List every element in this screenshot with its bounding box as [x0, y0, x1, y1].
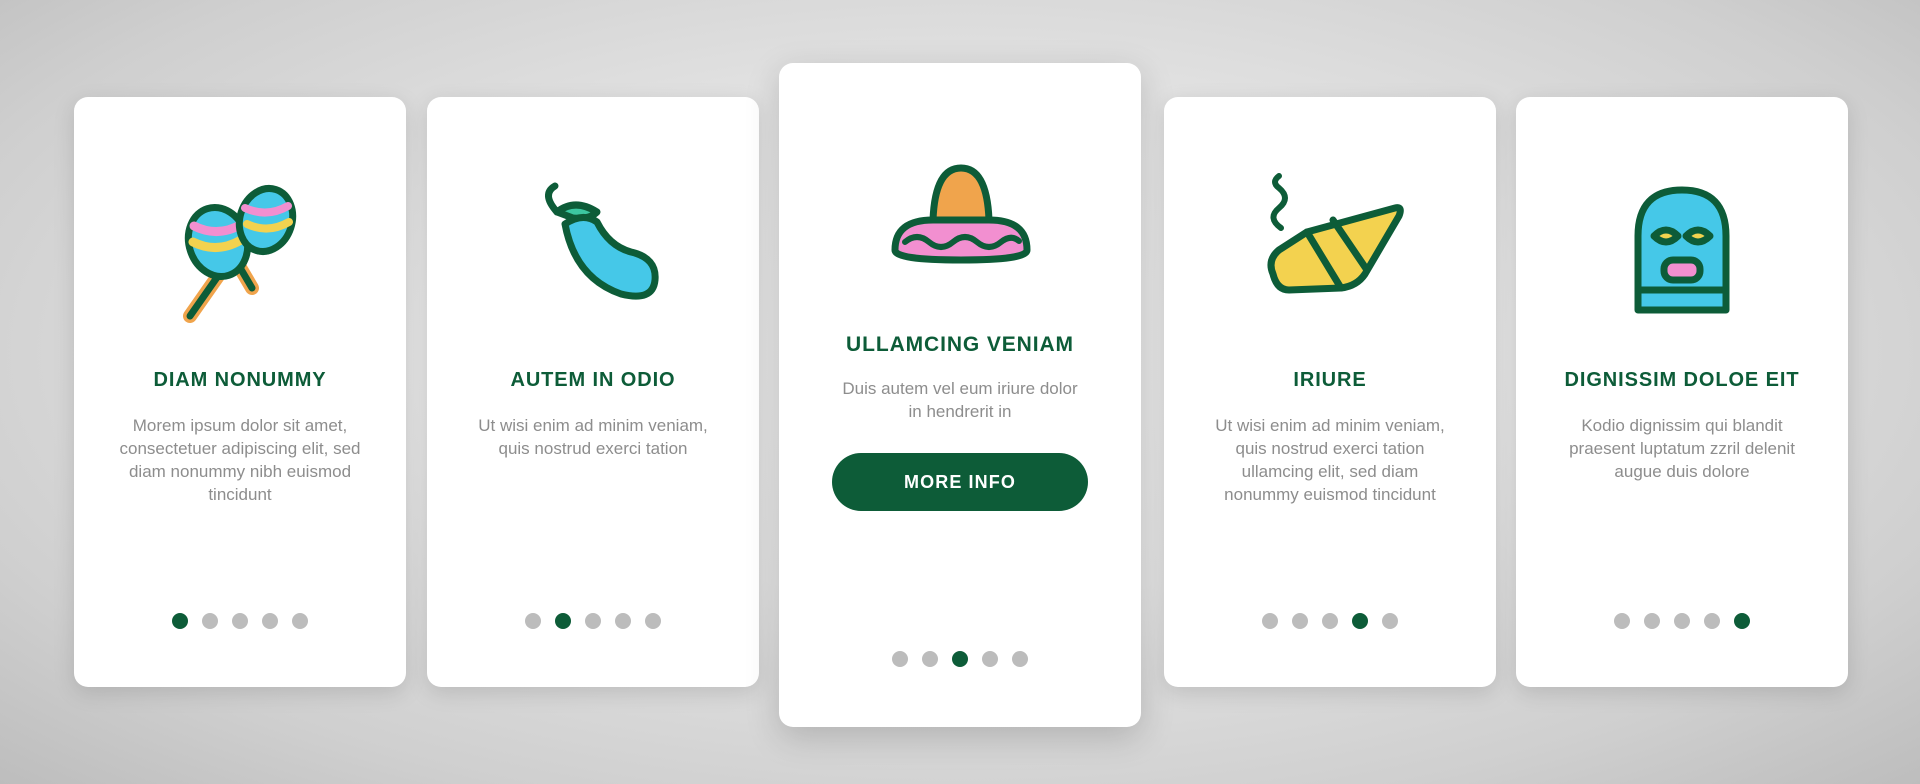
dot-5[interactable]	[645, 613, 661, 629]
dot-1[interactable]	[892, 651, 908, 667]
maracas-icon	[74, 159, 406, 337]
dot-3[interactable]	[952, 651, 968, 667]
more-info-button[interactable]: MORE INFO	[832, 453, 1088, 511]
dot-4[interactable]	[1704, 613, 1720, 629]
pagination-dots[interactable]	[427, 613, 759, 629]
dot-3[interactable]	[1674, 613, 1690, 629]
card-description: Morem ipsum dolor sit amet, consectetuer…	[119, 416, 361, 504]
dot-5[interactable]	[292, 613, 308, 629]
card-description: Kodio dignissim qui blandit praesent lup…	[1569, 416, 1795, 481]
dot-4[interactable]	[982, 651, 998, 667]
dot-1[interactable]	[172, 613, 188, 629]
dot-2[interactable]	[922, 651, 938, 667]
onboarding-card-2[interactable]: AUTEM IN ODIO Ut wisi enim ad minim veni…	[427, 97, 759, 687]
dot-3[interactable]	[585, 613, 601, 629]
dot-3[interactable]	[232, 613, 248, 629]
dot-1[interactable]	[1262, 613, 1278, 629]
dot-4[interactable]	[615, 613, 631, 629]
dot-1[interactable]	[525, 613, 541, 629]
onboarding-card-5[interactable]: DIGNISSIM DOLOE EIT Kodio dignissim qui …	[1516, 97, 1848, 687]
card-title: AUTEM IN ODIO	[510, 369, 676, 391]
sombrero-hat-icon	[779, 133, 1141, 311]
pagination-dots[interactable]	[779, 651, 1141, 667]
card-title: ULLAMCING VENIAM	[846, 333, 1074, 356]
onboarding-card-1[interactable]: DIAM NONUMMY Morem ipsum dolor sit amet,…	[74, 97, 406, 687]
card-description: Ut wisi enim ad minim veniam, quis nostr…	[478, 416, 708, 458]
dot-5[interactable]	[1012, 651, 1028, 667]
dot-3[interactable]	[1322, 613, 1338, 629]
pagination-dots[interactable]	[1516, 613, 1848, 629]
dot-2[interactable]	[1292, 613, 1308, 629]
card-description: Duis autem vel eum iriure dolor in hendr…	[842, 379, 1078, 421]
dot-2[interactable]	[202, 613, 218, 629]
onboarding-card-4[interactable]: IRIURE Ut wisi enim ad minim veniam, qui…	[1164, 97, 1496, 687]
dot-2[interactable]	[555, 613, 571, 629]
onboarding-screens-stage: DIAM NONUMMY Morem ipsum dolor sit amet,…	[0, 0, 1920, 784]
chili-pepper-icon	[427, 159, 759, 337]
dot-1[interactable]	[1614, 613, 1630, 629]
dot-4[interactable]	[262, 613, 278, 629]
luchador-mask-icon	[1516, 159, 1848, 337]
onboarding-card-3-featured[interactable]: ULLAMCING VENIAM Duis autem vel eum iriu…	[779, 63, 1141, 727]
dot-5[interactable]	[1734, 613, 1750, 629]
cigar-icon	[1164, 159, 1496, 337]
card-description: Ut wisi enim ad minim veniam, quis nostr…	[1215, 416, 1445, 504]
dot-5[interactable]	[1382, 613, 1398, 629]
dot-4[interactable]	[1352, 613, 1368, 629]
pagination-dots[interactable]	[74, 613, 406, 629]
card-title: DIGNISSIM DOLOE EIT	[1564, 369, 1800, 391]
pagination-dots[interactable]	[1164, 613, 1496, 629]
card-title: IRIURE	[1293, 369, 1367, 391]
dot-2[interactable]	[1644, 613, 1660, 629]
card-title: DIAM NONUMMY	[153, 369, 327, 391]
